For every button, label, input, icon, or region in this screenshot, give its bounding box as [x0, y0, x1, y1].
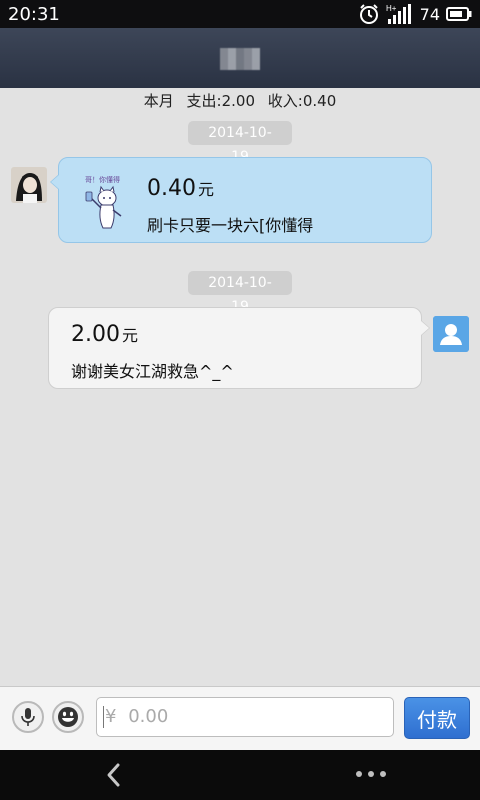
back-icon[interactable] — [100, 760, 130, 790]
amount-placeholder: 0.00 — [128, 706, 169, 727]
battery-level: 74 — [419, 4, 440, 24]
amount-input[interactable]: ¥ 0.00 — [96, 697, 394, 737]
emoji-button[interactable] — [52, 701, 84, 733]
payment-amount: 2.00 元 — [71, 322, 138, 347]
date-chip: 2014-10-19 — [188, 121, 292, 165]
amount-unit: 元 — [121, 326, 138, 345]
currency-symbol: ¥ — [105, 706, 117, 727]
title-blurred — [220, 48, 260, 70]
status-bar: 20:31 H+ 74 — [0, 0, 480, 28]
emoji-icon — [58, 707, 78, 727]
signal-icon: H+ — [386, 4, 411, 24]
message-text: 刷卡只要一块六[你懂得 — [147, 216, 314, 235]
summary-expense: 支出:2.00 — [186, 92, 255, 110]
incoming-payment-bubble[interactable]: 哥！你懂得 0.40 元 刷卡只要一块六[你懂得 — [50, 157, 432, 243]
payment-amount: 0.40 元 — [147, 176, 214, 201]
cat-sticker: 哥！你懂得 — [77, 172, 135, 234]
summary-income: 收入:0.40 — [267, 92, 337, 110]
summary-month: 本月 — [143, 92, 174, 110]
network-type-text: H+ — [386, 4, 397, 13]
monthly-summary: 本月 支出:2.00 收入:0.40 — [0, 88, 480, 114]
amount-unit: 元 — [197, 180, 214, 199]
overflow-menu-icon[interactable] — [356, 768, 388, 780]
voice-button[interactable] — [12, 701, 44, 733]
amount-value: 0.40 — [147, 176, 196, 201]
sticker-text: 哥！你懂得 — [85, 175, 120, 184]
navigation-bar — [0, 750, 480, 800]
text-cursor — [103, 706, 104, 728]
alarm-icon — [359, 4, 378, 24]
payment-input-bar: ¥ 0.00 付款 — [0, 686, 480, 750]
user-avatar[interactable] — [433, 316, 469, 352]
title-bar — [0, 28, 480, 88]
status-icons: H+ 74 — [358, 3, 472, 25]
microphone-icon — [21, 708, 35, 726]
date-chip: 2014-10-19 — [188, 271, 292, 315]
battery-icon — [446, 7, 472, 21]
pay-button[interactable]: 付款 — [404, 697, 470, 739]
message-text: 谢谢美女江湖救急^_^ — [71, 362, 234, 381]
status-time: 20:31 — [8, 4, 60, 25]
amount-value: 2.00 — [71, 322, 120, 347]
contact-avatar[interactable] — [11, 167, 47, 203]
outgoing-payment-bubble[interactable]: 2.00 元 谢谢美女江湖救急^_^ — [48, 307, 430, 389]
